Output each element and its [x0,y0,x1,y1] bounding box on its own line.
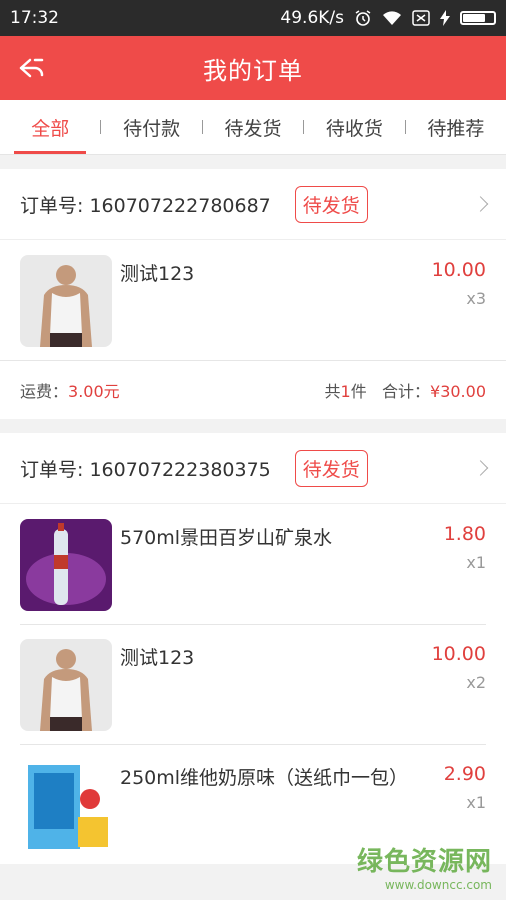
product-price: 1.80 [443,523,486,545]
product-qty: x1 [466,793,486,812]
order-status-badge: 待发货 [294,449,368,487]
product-thumbnail [20,759,112,851]
order-number: 订单号: 160707222780687 [20,194,271,217]
no-sim-icon [412,10,430,26]
product-price-qty: 10.00 x3 [432,259,486,360]
product-price: 2.90 [443,763,486,785]
tab-pending-shipment[interactable]: 待发货 [203,100,303,154]
order-number: 订单号: 160707222380375 [20,458,271,481]
order-item[interactable]: 测试123 10.00 x3 [0,240,506,360]
page-title: 我的订单 [203,56,303,85]
order-item[interactable]: 测试123 10.00 x2 [0,624,506,744]
charging-icon [440,10,450,26]
order-total: 共1件 合计：¥30.00 [324,382,486,401]
tab-pending-review[interactable]: 待推荐 [406,100,506,154]
product-price-qty: 1.80 x1 [444,523,486,624]
order-footer: 运费：3.00元 共1件 合计：¥30.00 [0,360,506,419]
back-arrow-icon[interactable] [18,56,48,80]
product-thumbnail [20,519,112,611]
order-card: 订单号: 160707222380375 待发货 570ml景田百岁山矿泉水 1… [0,433,506,864]
product-qty: x1 [466,553,486,572]
order-card: 订单号: 160707222780687 待发货 测试123 10.00 x3 … [0,169,506,419]
product-thumbnail [20,639,112,731]
product-price: 10.00 [431,259,486,281]
order-header[interactable]: 订单号: 160707222780687 待发货 [0,169,506,240]
watermark: 绿色资源网 www.downcc.com [357,841,492,892]
order-header[interactable]: 订单号: 160707222380375 待发货 [0,433,506,504]
product-qty: x2 [466,673,486,692]
app-bar: 我的订单 [0,36,506,100]
order-status-badge: 待发货 [294,185,368,223]
watermark-title: 绿色资源网 [356,847,492,877]
order-status-tabs: 全部 待付款 待发货 待收货 待推荐 [0,100,506,155]
tab-pending-payment[interactable]: 待付款 [101,100,201,154]
wifi-icon [382,10,402,26]
product-qty: x3 [466,289,486,308]
status-time: 17:32 [10,8,59,28]
product-name: 测试123 [120,647,195,669]
order-item[interactable]: 570ml景田百岁山矿泉水 1.80 x1 [0,504,506,624]
product-price: 10.00 [431,643,486,665]
product-name: 570ml景田百岁山矿泉水 [120,527,333,549]
alarm-icon [354,9,372,27]
tab-pending-receipt[interactable]: 待收货 [304,100,404,154]
watermark-url: www.downcc.com [384,878,492,892]
battery-icon [460,11,496,25]
product-price-qty: 10.00 x2 [432,643,486,744]
chevron-right-icon [472,196,489,212]
chevron-right-icon [472,460,489,476]
product-name: 测试123 [120,263,195,285]
shipping-fee: 运费：3.00元 [20,382,120,401]
status-icons: 49.6K/s [280,8,496,28]
net-speed: 49.6K/s [280,8,344,28]
product-thumbnail [20,255,112,347]
tab-all[interactable]: 全部 [0,100,100,154]
status-bar: 17:32 49.6K/s [0,0,506,36]
